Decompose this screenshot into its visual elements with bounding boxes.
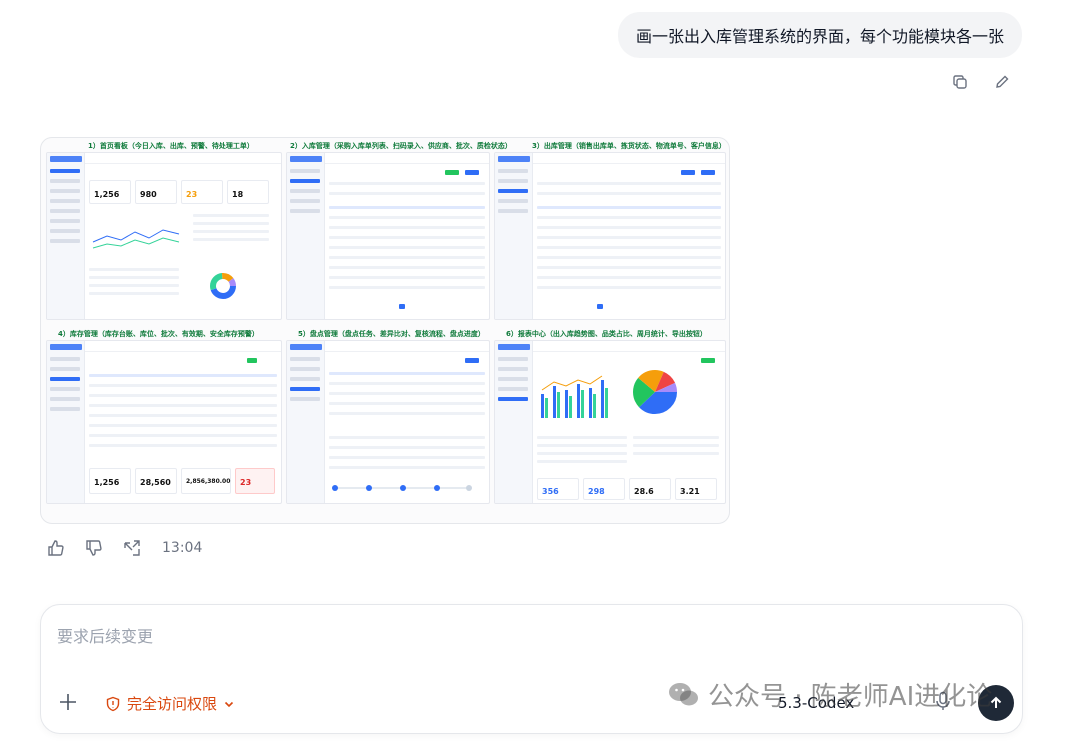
message-timestamp: 13:04 — [162, 540, 203, 556]
microphone-icon[interactable] — [935, 691, 955, 713]
ui-mockup-grid: 1）首页看板（今日入库、出库、预警、待处理工单） 2）入库管理（采购入库单列表、… — [44, 138, 728, 522]
stat-report-outbound: 298 — [588, 487, 605, 496]
stat-inventory-alerts: 23 — [240, 478, 252, 487]
access-label: 完全访问权限 — [127, 695, 218, 713]
thumbs-down-icon[interactable] — [84, 538, 104, 558]
stat-report-inbound: 356 — [542, 487, 559, 496]
section-title-reports: 6）报表中心（出入库趋势图、品类占比、周月统计、导出按钮） — [506, 330, 707, 338]
stat-inventory-sku: 1,256 — [94, 478, 120, 487]
stat-inventory-qty: 28,560 — [140, 478, 171, 487]
generated-image[interactable]: 1）首页看板（今日入库、出库、预警、待处理工单） 2）入库管理（采购入库单列表、… — [40, 137, 730, 524]
stat-today-outbound: 980 — [140, 190, 157, 199]
chevron-down-icon — [224, 701, 234, 707]
stat-report-ratio: 3.21 — [680, 487, 700, 496]
stocktake-panel — [286, 340, 490, 504]
inout-trend-bar-chart — [541, 375, 608, 418]
copy-icon[interactable] — [950, 72, 970, 92]
stocktake-progress-steps — [332, 485, 472, 491]
section-title-outbound: 3）出库管理（销售出库单、拣货状态、物流单号、客户信息） — [532, 142, 726, 150]
assistant-message-actions: 13:04 — [46, 538, 202, 558]
section-title-inbound: 2）入库管理（采购入库单列表、扫码录入、供应商、批次、质检状态） — [290, 142, 512, 150]
stat-alerts: 23 — [186, 190, 198, 199]
trend-line-chart — [92, 229, 180, 249]
outbound-panel — [494, 152, 726, 320]
add-attachment-button[interactable] — [57, 691, 81, 715]
category-donut-chart — [210, 273, 236, 299]
arrow-up-icon — [990, 696, 1002, 708]
stat-pending-orders: 18 — [232, 190, 244, 199]
chat-page: 画一张出入库管理系统的界面，每个功能模块各一张 1）首页看板（今日入库、出库、预… — [0, 0, 1080, 742]
edit-icon[interactable] — [992, 72, 1012, 92]
send-button[interactable] — [978, 685, 1014, 721]
model-selector[interactable]: 5.3-Codex — [778, 694, 854, 712]
section-title-dashboard: 1）首页看板（今日入库、出库、预警、待处理工单） — [88, 142, 254, 150]
inventory-panel: 1,256 28,560 2,856,380.00 23 — [46, 340, 282, 504]
stat-report-turnover: 28.6 — [634, 487, 654, 496]
access-permission-dropdown[interactable]: 完全访问权限 — [105, 693, 235, 714]
warning-shield-icon — [106, 696, 120, 711]
section-title-inventory: 4）库存管理（库存台账、库位、批次、有效期、安全库存预警） — [58, 330, 259, 338]
section-title-stocktake: 5）盘点管理（盘点任务、差异比对、复核流程、盘点进度） — [298, 330, 485, 338]
reports-panel: 356 298 28.6 3.21 — [494, 340, 726, 504]
category-pie-chart — [633, 370, 677, 414]
user-message-bubble: 画一张出入库管理系统的界面，每个功能模块各一张 — [617, 12, 1022, 58]
message-composer: 要求后续变更 完全访问权限 5.3-Codex — [40, 604, 1023, 734]
user-message-actions — [950, 72, 1012, 92]
stat-today-inbound: 1,256 — [94, 190, 120, 199]
thumbs-up-icon[interactable] — [46, 538, 66, 558]
composer-input[interactable]: 要求后续变更 — [57, 623, 153, 647]
dashboard-panel: 1,256 980 23 18 — [46, 152, 282, 320]
inbound-panel — [286, 152, 490, 320]
stat-inventory-value: 2,856,380.00 — [186, 478, 231, 485]
share-icon[interactable] — [122, 538, 142, 558]
